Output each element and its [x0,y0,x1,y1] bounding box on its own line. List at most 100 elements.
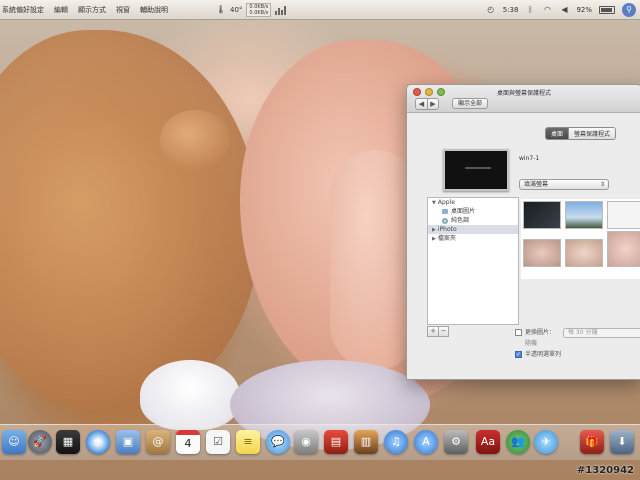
wifi-icon[interactable]: ◠ [542,5,552,15]
fit-dropdown-value: 填滿螢幕 [524,181,549,188]
pane-tabs: 桌面 螢幕保護程式 [545,127,617,140]
stickies-icon[interactable]: ≡ [236,430,260,454]
menu-window[interactable]: 視窗 [116,5,130,15]
wallpaper-baby-nose [160,110,230,170]
interval-dropdown[interactable]: 每 30 分鐘 [563,328,640,338]
random-option: 隨機 [515,339,561,350]
fit-dropdown[interactable]: 填滿螢幕 ⇕ [519,179,609,190]
preview-icon[interactable]: ▣ [116,430,140,454]
launchpad-icon[interactable]: 🚀 [28,430,52,454]
system-preferences-icon[interactable]: ⚙ [444,430,468,454]
thumbnail-dark[interactable] [523,201,561,229]
window-titlebar[interactable]: 桌面與螢幕保護程式 ◀ ▶ 顯示全部 [407,85,640,113]
photo-booth-icon[interactable]: ▤ [324,430,348,454]
mail-icon[interactable]: ✈ [534,430,558,454]
status-right: ◴ 5:38 ᛒ ◠ ◀ 92% ⚲ [486,3,636,17]
cpu-meter-icon[interactable] [275,5,287,15]
picture-name: win7-1 [519,155,540,162]
translucent-menubar-option: ✓ 半透明選單列 [515,350,561,361]
thumbnail-document[interactable] [607,201,640,229]
bluetooth-icon[interactable]: ᛒ [525,5,535,15]
folder-icon [442,209,448,214]
battery-percent[interactable]: 92% [576,6,592,14]
source-item-desktop-pictures[interactable]: 桌面圖片 [428,207,518,216]
tab-desktop[interactable]: 桌面 [546,128,569,139]
facetime-icon[interactable]: ◉ [294,430,318,454]
battery-icon[interactable] [599,6,615,14]
time-machine-icon[interactable]: ◴ [486,5,496,15]
colors-icon [442,217,448,224]
app-store-icon[interactable]: A [414,430,438,454]
source-group-apple[interactable]: ▼ Apple [428,198,518,207]
show-all-button[interactable]: 顯示全部 [452,98,489,109]
messages-icon[interactable]: 💬 [266,430,290,454]
calendar-day: 4 [184,437,192,450]
gift-icon[interactable]: 🎁 [580,430,604,454]
source-group-apple-label: Apple [437,199,455,206]
picture-grid [521,199,640,279]
watermark: #1320942 [576,465,634,476]
menu-help[interactable]: 輔助說明 [140,5,168,15]
status-left: 🌡 40° 0.0KB/s 0.0KB/s [216,3,287,17]
net-down-readout: 0.0KB/s [249,10,269,16]
finder-icon[interactable]: ☺ [2,430,26,454]
desktop-preview-image [443,149,509,191]
thumbnail-tree[interactable] [565,201,603,229]
back-arrow-icon[interactable]: ◀ [416,99,427,109]
desktop-screensaver-window: 桌面與螢幕保護程式 ◀ ▶ 顯示全部 桌面 螢幕保護程式 win7-1 填滿螢幕… [406,84,640,380]
change-picture-option: 更換圖片： 每 30 分鐘 [515,328,640,339]
safari-icon[interactable]: ✦ [86,430,110,454]
wallpaper-baby-face [0,30,260,410]
chevron-updown-icon: ⇕ [599,181,605,188]
random-label: 隨機 [525,340,538,347]
menu-bar: 系統偏好設定 編輯 顯示方式 視窗 輔助說明 🌡 40° 0.0KB/s 0.0… [0,0,640,20]
itunes-icon[interactable]: ♫ [384,430,408,454]
menu-app[interactable]: 系統偏好設定 [2,5,44,15]
image-capture-icon[interactable]: ▥ [354,430,378,454]
tab-screensaver[interactable]: 螢幕保護程式 [568,128,616,139]
source-group-iphoto-label: iPhoto [437,226,457,233]
downloads-icon[interactable]: ⬇ [610,430,634,454]
source-group-folders[interactable]: ▶ 檔案夾 [428,234,518,243]
clock-readout[interactable]: 5:38 [503,6,519,14]
calendar-icon[interactable]: 4 [176,430,200,454]
picture-source-list: ▼ Apple 桌面圖片 純色調 ▶ iPhoto ▶ 檔案夾 [427,197,519,325]
source-item-solid-colors-label: 純色調 [451,217,470,224]
source-item-solid-colors[interactable]: 純色調 [428,216,518,225]
thumbnail-baby-2[interactable] [565,239,603,267]
thermometer-icon[interactable]: 🌡 [216,5,226,15]
disclosure-triangle-icon[interactable]: ▼ [432,200,436,206]
menu-view[interactable]: 顯示方式 [78,5,106,15]
dictionary-icon[interactable]: Aa [476,430,500,454]
remove-folder-button[interactable]: − [438,327,448,336]
translucent-menubar-label: 半透明選單列 [525,351,562,358]
forward-arrow-icon[interactable]: ▶ [427,99,438,109]
source-group-folders-label: 檔案夾 [437,235,456,242]
mission-control-icon[interactable]: ▦ [56,430,80,454]
nav-buttons: ◀ ▶ [415,98,439,110]
reminders-icon[interactable]: ☑ [206,430,230,454]
network-monitor[interactable]: 0.0KB/s 0.0KB/s [246,3,272,17]
dock: ☺ 🚀 ▦ ✦ ▣ @ 4 ☑ ≡ 💬 ◉ ▤ ▥ ♫ A ⚙ Aa 👥 ✈ 🎁… [0,424,640,460]
spotlight-icon[interactable]: ⚲ [622,3,636,17]
change-picture-checkbox[interactable] [515,329,522,336]
thumbnail-baby-3[interactable] [607,231,640,267]
add-folder-button[interactable]: + [428,327,438,336]
disclosure-triangle-icon[interactable]: ▶ [432,227,436,233]
temperature-readout: 40° [230,6,243,14]
disclosure-triangle-icon[interactable]: ▶ [432,236,436,242]
thumbnail-baby-1[interactable] [523,239,561,267]
menu-list: 系統偏好設定 編輯 顯示方式 視窗 輔助說明 [0,5,168,15]
people-icon[interactable]: 👥 [506,430,530,454]
window-title: 桌面與螢幕保護程式 [496,90,551,97]
volume-icon[interactable]: ◀ [559,5,569,15]
wallpaper-sock [140,360,240,430]
change-picture-label: 更換圖片： [525,329,556,336]
picture-options: 更換圖片： 每 30 分鐘 隨機 ✓ 半透明選單列 [515,328,640,361]
menu-edit[interactable]: 編輯 [54,5,68,15]
source-item-desktop-pictures-label: 桌面圖片 [451,208,476,215]
translucent-menubar-checkbox[interactable]: ✓ [515,351,522,358]
source-group-iphoto[interactable]: ▶ iPhoto [428,225,518,234]
contacts-icon[interactable]: @ [146,430,170,454]
source-list-buttons: + − [427,326,449,337]
